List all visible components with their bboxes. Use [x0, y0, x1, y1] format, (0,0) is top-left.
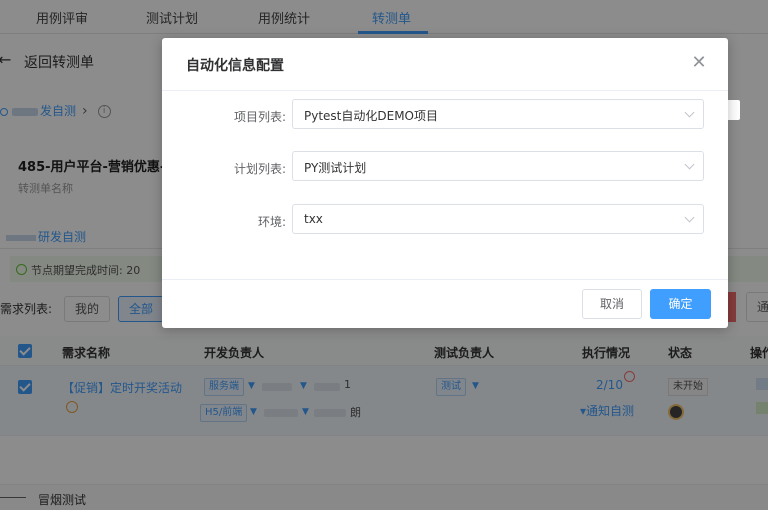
project-list-label: 项目列表: [233, 110, 286, 124]
environment-select[interactable]: txx [292, 204, 704, 234]
project-select-value: Pytest自动化DEMO项目 [304, 109, 439, 123]
side-button-edge [726, 100, 740, 120]
plan-list-label: 计划列表: [233, 162, 286, 176]
cancel-button[interactable]: 取消 [582, 289, 642, 319]
dialog-divider [162, 90, 728, 91]
chevron-down-icon [684, 107, 695, 118]
plan-select-value: PY测试计划 [304, 161, 367, 175]
chevron-down-icon [684, 212, 695, 223]
close-icon[interactable]: ✕ [690, 54, 708, 72]
dialog-footer-divider [162, 279, 728, 280]
automation-config-dialog: 自动化信息配置 ✕ 项目列表: Pytest自动化DEMO项目 计划列表: PY… [162, 38, 728, 328]
dialog-title: 自动化信息配置 [186, 58, 284, 74]
chevron-down-icon [684, 159, 695, 170]
environment-label: 环境: [257, 215, 286, 229]
environment-select-value: txx [304, 212, 323, 226]
confirm-button[interactable]: 确定 [650, 289, 711, 319]
plan-select[interactable]: PY测试计划 [292, 151, 704, 181]
project-select[interactable]: Pytest自动化DEMO项目 [292, 99, 704, 129]
